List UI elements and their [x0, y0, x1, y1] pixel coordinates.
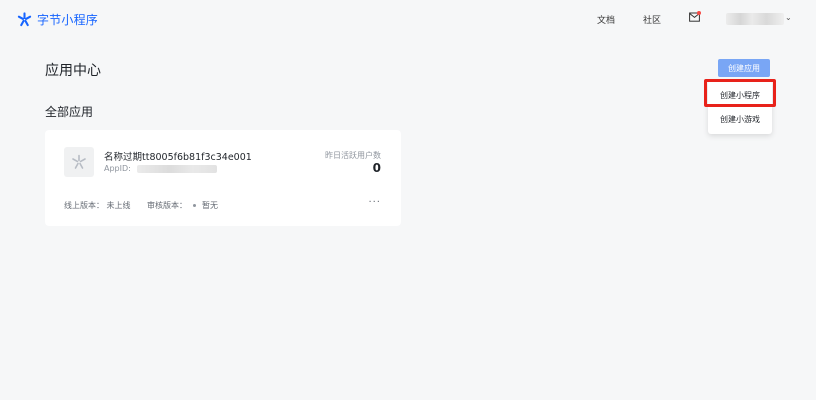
- app-name[interactable]: 名称过期tt8005f6b81f3c34e001: [104, 149, 252, 163]
- dau-value: 0: [372, 161, 381, 175]
- review-version-value: 暂无: [202, 201, 218, 210]
- online-version: 线上版本： 未上线: [64, 201, 131, 210]
- chevron-down-icon[interactable]: ⌄: [785, 13, 792, 22]
- user-account-name[interactable]: [726, 13, 784, 25]
- logo-text: 字节小程序: [37, 13, 99, 27]
- page-title: 应用中心: [45, 63, 101, 79]
- create-mini-game-item[interactable]: 创建小游戏: [708, 108, 772, 130]
- app-card[interactable]: 名称过期tt8005f6b81f3c34e001 AppID: 昨日活跃用户数 …: [45, 130, 401, 226]
- app-placeholder-icon: [72, 154, 86, 169]
- more-options-button[interactable]: ···: [368, 197, 381, 208]
- highlight-annotation: [704, 79, 776, 107]
- status-dot-icon: [193, 204, 196, 207]
- top-nav: 字节小程序 文档 社区 ⌄: [0, 0, 816, 40]
- appid-label: AppID:: [104, 164, 131, 173]
- logo-icon: [17, 12, 32, 27]
- review-version-label: 审核版本：: [147, 201, 187, 210]
- section-title: 全部应用: [45, 105, 94, 119]
- dau-label: 昨日活跃用户数: [325, 151, 381, 160]
- nav-docs-link[interactable]: 文档: [597, 13, 615, 26]
- app-icon: [64, 147, 94, 177]
- review-version: 审核版本： 暂无: [147, 200, 218, 211]
- nav-community-link[interactable]: 社区: [643, 13, 661, 26]
- create-app-button[interactable]: 创建应用: [718, 59, 770, 77]
- logo[interactable]: 字节小程序: [17, 11, 98, 28]
- appid-value: [137, 165, 217, 173]
- notification-badge: [697, 11, 701, 15]
